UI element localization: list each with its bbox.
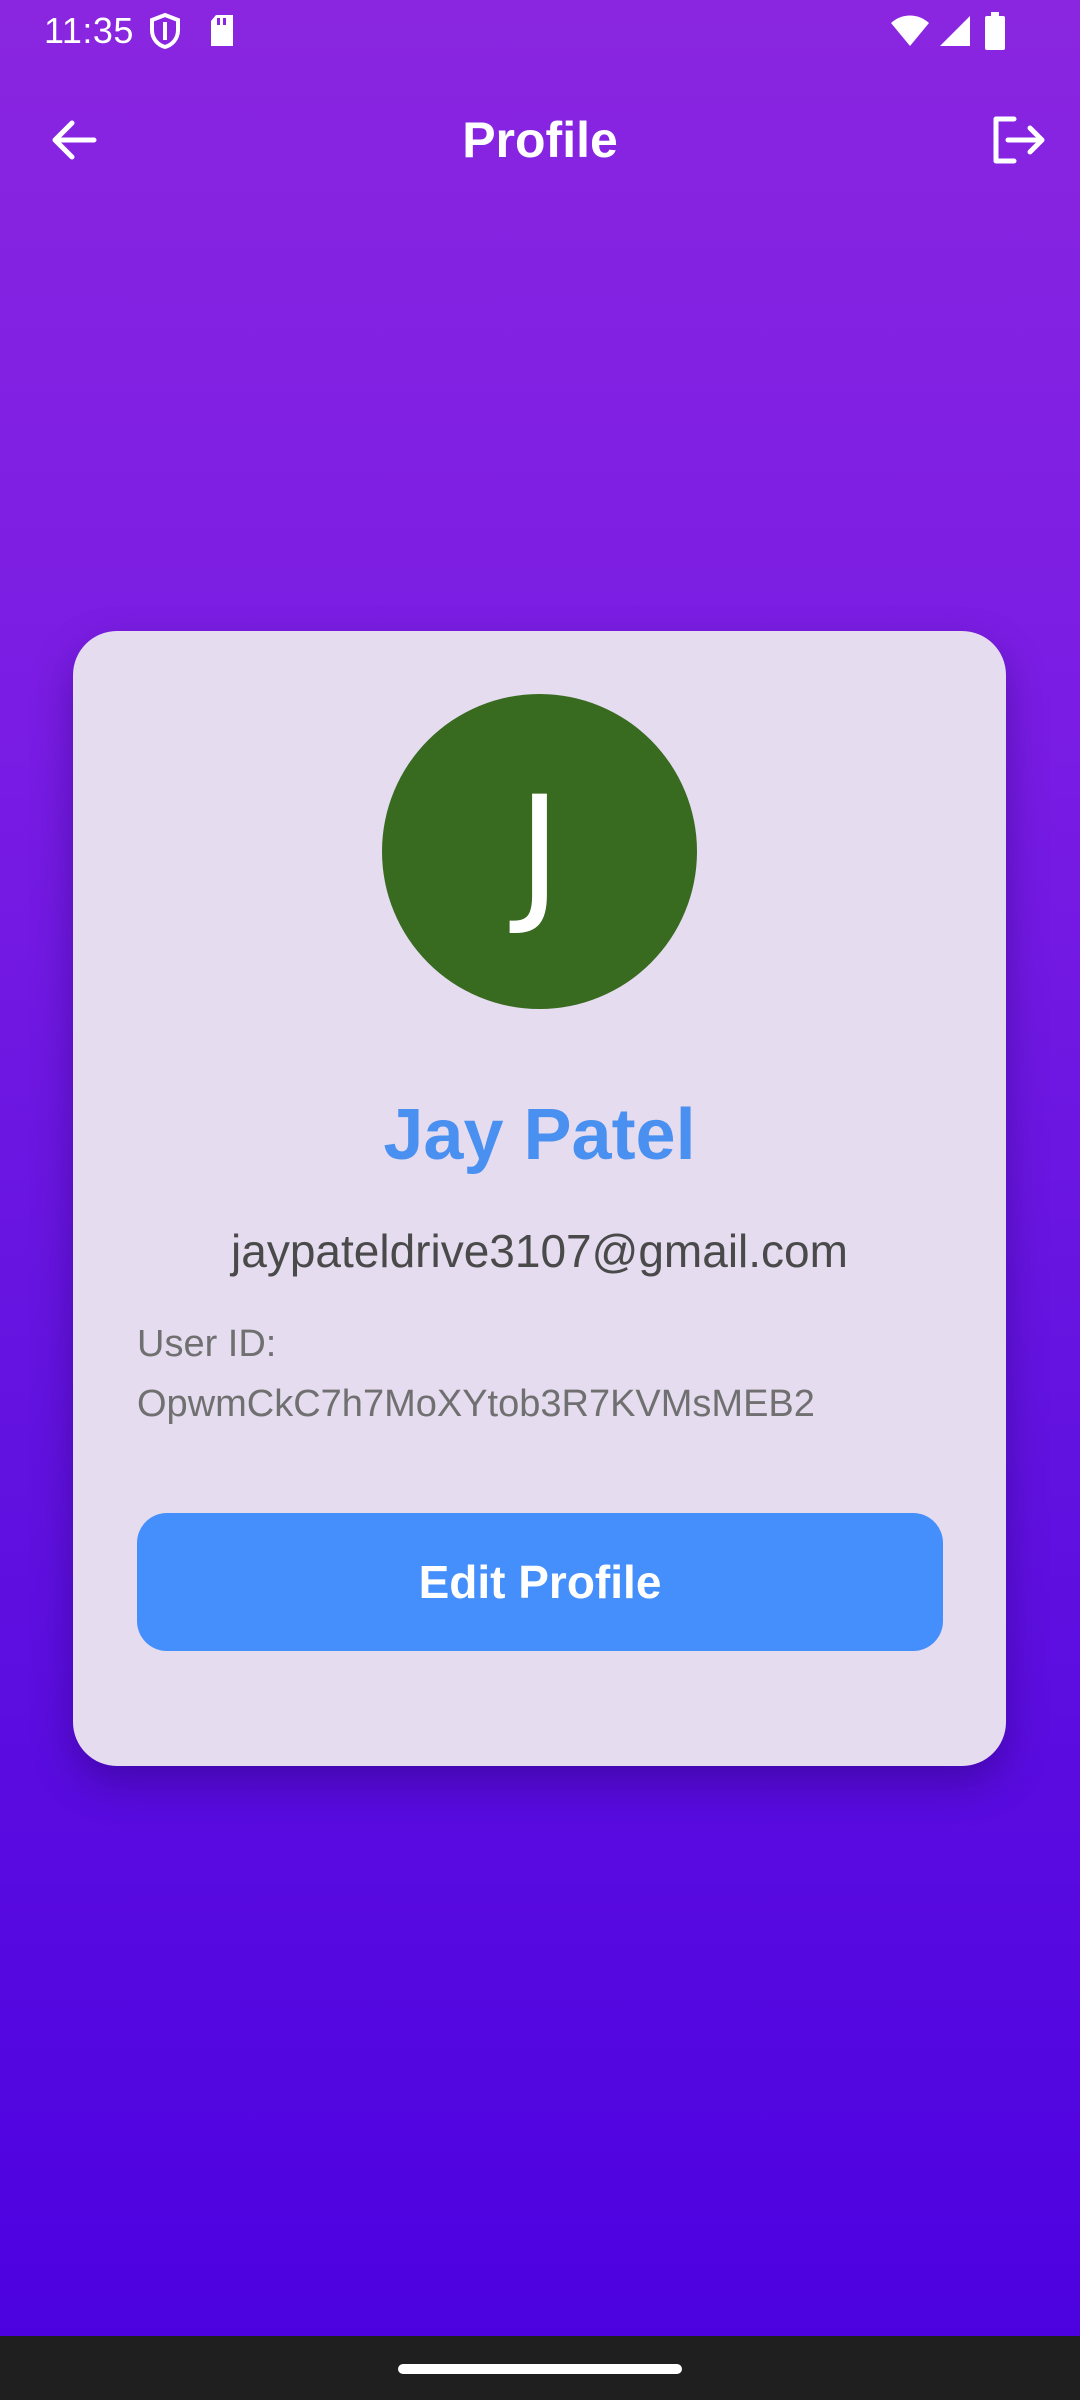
navigation-bar: [0, 2336, 1080, 2400]
user-id-label: User ID:: [137, 1323, 277, 1365]
sd-card-icon: [208, 12, 236, 50]
battery-icon: [984, 12, 1006, 50]
app-bar: Profile: [0, 62, 1080, 212]
status-bar: 11:35: [0, 0, 1080, 62]
logout-button[interactable]: [976, 100, 1060, 184]
signal-icon: [938, 14, 972, 52]
profile-email: jaypateldrive3107@gmail.com: [231, 1225, 848, 1277]
user-id-block: User ID: OpwmCkC7h7MoXYtob3R7KVMsMEB2: [137, 1314, 957, 1434]
profile-name: Jay Patel: [383, 1095, 696, 1175]
page-title: Profile: [462, 112, 618, 168]
wifi-icon: [890, 14, 930, 52]
profile-card: J Jay Patel jaypateldrive3107@gmail.com …: [73, 631, 1006, 1766]
avatar[interactable]: J: [382, 694, 697, 1009]
status-time: 11:35: [44, 10, 134, 51]
logout-icon: [990, 115, 1046, 170]
avatar-initial: J: [517, 764, 562, 939]
home-gesture-handle[interactable]: [398, 2364, 682, 2374]
shield-icon: [148, 12, 182, 50]
edit-profile-button-label: Edit Profile: [418, 1556, 662, 1608]
edit-profile-button[interactable]: Edit Profile: [137, 1513, 943, 1651]
user-id-value: OpwmCkC7h7MoXYtob3R7KVMsMEB2: [137, 1383, 815, 1425]
profile-screen: 11:35 Profile J Jay Patel jaypateldrive3…: [0, 0, 1080, 2400]
